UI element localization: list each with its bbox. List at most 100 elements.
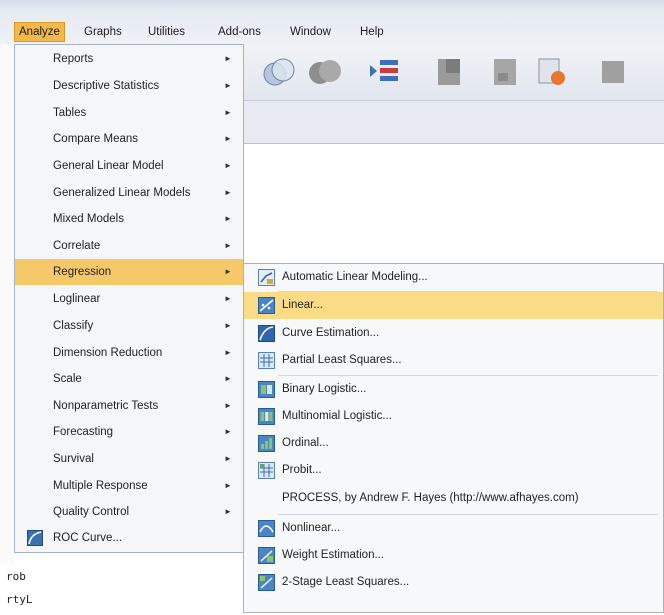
submenu-arrow-icon: ► [224, 267, 232, 276]
submenu-arrow-icon: ► [224, 321, 232, 330]
submenu-item-label: Automatic Linear Modeling... [282, 271, 428, 283]
menu-item-compare-means[interactable]: Compare Means ► [15, 126, 243, 152]
submenu-item-label: 2-Stage Least Squares... [282, 576, 410, 588]
submenu-item-label: Linear... [282, 299, 323, 311]
linear-regression-icon [258, 297, 275, 314]
menu-add-ons[interactable]: Add-ons [214, 23, 265, 41]
analyze-menu: Reports ► Descriptive Statistics ► Tables ►… [14, 44, 244, 553]
submenu-item-label: Curve Estimation... [282, 327, 380, 339]
menu-item-quality-control[interactable]: Quality Control ► [15, 499, 243, 525]
menu-item-mixed-models[interactable]: Mixed Models ► [15, 206, 243, 232]
menu-item-label: Regression [53, 266, 112, 278]
editor-gutter [0, 44, 14, 564]
submenu-arrow-icon: ► [224, 481, 232, 490]
menu-item-generalized-linear-models[interactable]: Generalized Linear Models ► [15, 180, 243, 206]
submenu-item-label: Ordinal... [282, 437, 329, 449]
submenu-item-probit[interactable]: Probit... [244, 457, 663, 484]
menu-item-roc-curve[interactable]: ROC Curve... [15, 525, 243, 551]
data-panel-header [244, 101, 664, 144]
submenu-arrow-icon: ► [224, 348, 232, 357]
submenu-item-label: Weight Estimation... [282, 549, 385, 561]
menu-utilities[interactable]: Utilities [144, 23, 189, 41]
submenu-item-2-stage-least-squares[interactable]: 2-Stage Least Squares... [244, 569, 663, 596]
menu-item-label: Tables [53, 107, 87, 119]
submenu-item-label: Nonlinear... [282, 522, 341, 534]
submenu-arrow-icon: ► [224, 374, 232, 383]
menu-item-regression[interactable]: Regression ► [15, 259, 243, 285]
submenu-item-multinomial-logistic[interactable]: Multinomial Logistic... [244, 403, 663, 430]
menu-item-classify[interactable]: Classify ► [15, 313, 243, 339]
menu-item-forecasting[interactable]: Forecasting ► [15, 419, 243, 445]
variable-list-icon[interactable] [366, 55, 400, 89]
two-stage-least-squares-icon [258, 574, 275, 591]
menu-item-nonparametric-tests[interactable]: Nonparametric Tests ► [15, 393, 243, 419]
menu-item-dimension-reduction[interactable]: Dimension Reduction ► [15, 340, 243, 366]
submenu-item-label: Binary Logistic... [282, 383, 367, 395]
partial-least-squares-icon [258, 352, 275, 369]
menu-item-label: Dimension Reduction [53, 347, 163, 359]
submenu-item-label: Multinomial Logistic... [282, 410, 392, 422]
menu-window[interactable]: Window [286, 23, 335, 41]
submenu-arrow-icon: ► [224, 214, 232, 223]
menu-item-label: Descriptive Statistics [53, 80, 160, 92]
curve-estimation-icon [258, 325, 275, 342]
submenu-item-automatic-linear-modeling[interactable]: Automatic Linear Modeling... [244, 264, 663, 291]
menu-item-label: Quality Control [53, 506, 130, 518]
menu-item-correlate[interactable]: Correlate ► [15, 233, 243, 259]
menu-item-loglinear[interactable]: Loglinear ► [15, 286, 243, 312]
submenu-arrow-icon: ► [224, 108, 232, 117]
nonlinear-icon [258, 520, 275, 537]
submenu-arrow-icon: ► [224, 161, 232, 170]
background-text-line: rtyL [6, 593, 33, 606]
submenu-arrow-icon: ► [224, 134, 232, 143]
menu-help[interactable]: Help [356, 23, 388, 41]
submenu-item-nonlinear[interactable]: Nonlinear... [244, 515, 663, 542]
ordinal-icon [258, 435, 275, 452]
multinomial-logistic-icon [258, 408, 275, 425]
menu-item-label: Compare Means [53, 133, 139, 145]
editor-area [244, 144, 664, 264]
menu-analyze[interactable]: Analyze [14, 22, 65, 42]
menu-item-label: Survival [53, 453, 94, 465]
split-file-icon[interactable] [432, 55, 466, 89]
menu-item-label: Generalized Linear Models [53, 187, 191, 199]
background-text-line: rob [6, 570, 26, 583]
submenu-item-ordinal[interactable]: Ordinal... [244, 430, 663, 457]
menu-item-label: Multiple Response [53, 480, 148, 492]
submenu-item-process-hayes[interactable]: PROCESS, by Andrew F. Hayes (http://www.… [244, 485, 663, 512]
submenu-item-partial-least-squares[interactable]: Partial Least Squares... [244, 347, 663, 374]
submenu-item-linear[interactable]: Linear... [244, 292, 663, 319]
submenu-arrow-icon: ► [224, 427, 232, 436]
submenu-item-binary-logistic[interactable]: Binary Logistic... [244, 376, 663, 403]
submenu-arrow-icon: ► [224, 507, 232, 516]
menu-graphs[interactable]: Graphs [80, 23, 126, 41]
submenu-arrow-icon: ► [224, 241, 232, 250]
transparency-circles-icon[interactable] [262, 55, 296, 89]
select-cases-icon[interactable] [534, 55, 568, 89]
menu-item-label: Nonparametric Tests [53, 400, 159, 412]
menu-item-label: ROC Curve... [53, 532, 123, 544]
menu-item-label: Correlate [53, 240, 101, 252]
value-labels-icon[interactable] [596, 55, 630, 89]
menu-item-multiple-response[interactable]: Multiple Response ► [15, 473, 243, 499]
submenu-arrow-icon: ► [224, 454, 232, 463]
regression-submenu: Automatic Linear Modeling... Linear... C… [243, 263, 664, 613]
menubar: Analyze Graphs Utilities Add-ons Window … [0, 0, 664, 44]
menu-item-label: Classify [53, 320, 94, 332]
submenu-item-label: Partial Least Squares... [282, 354, 402, 366]
weight-estimation-icon [258, 547, 275, 564]
menu-item-reports[interactable]: Reports ► [15, 46, 243, 72]
menu-item-label: Reports [53, 53, 94, 65]
menu-item-general-linear-model[interactable]: General Linear Model ► [15, 153, 243, 179]
submenu-arrow-icon: ► [224, 188, 232, 197]
menu-item-scale[interactable]: Scale ► [15, 366, 243, 392]
toolbar [244, 44, 664, 101]
menu-item-survival[interactable]: Survival ► [15, 446, 243, 472]
submenu-item-weight-estimation[interactable]: Weight Estimation... [244, 542, 663, 569]
weight-cases-icon[interactable] [488, 55, 522, 89]
probit-icon [258, 462, 275, 479]
menu-item-tables[interactable]: Tables ► [15, 100, 243, 126]
menu-item-descriptive-statistics[interactable]: Descriptive Statistics ► [15, 73, 243, 99]
shaded-circles-icon[interactable] [308, 55, 342, 89]
submenu-item-curve-estimation[interactable]: Curve Estimation... [244, 320, 663, 347]
